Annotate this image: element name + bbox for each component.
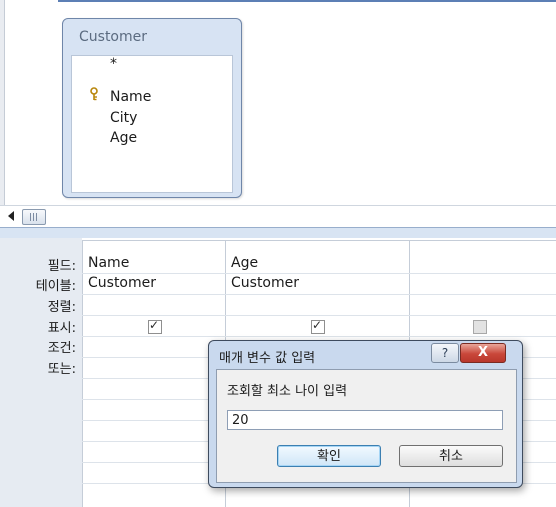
grid-row-divider [82, 294, 556, 295]
grid-row-divider [82, 240, 556, 241]
parameter-dialog[interactable]: 매개 변수 값 입력 ? X 조회할 최소 나이 입력 20 확인 취소 [208, 340, 523, 488]
grid-row-divider [82, 315, 556, 316]
field-name[interactable]: Name [110, 89, 151, 105]
dialog-title: 매개 변수 값 입력 [219, 351, 316, 366]
table-title: Customer [79, 29, 148, 45]
grid-cell-field-2[interactable]: Age [231, 255, 258, 271]
field-city[interactable]: City [110, 110, 137, 126]
row-label-or: 또는: [47, 362, 76, 377]
help-button[interactable]: ? [431, 343, 459, 363]
field-age[interactable]: Age [110, 130, 137, 146]
scroll-thumb[interactable] [22, 209, 46, 225]
design-area-top-rule [58, 0, 556, 2]
show-checkbox-3[interactable] [473, 320, 487, 334]
primary-key-icon [90, 87, 98, 101]
row-label-field: 필드: [47, 259, 76, 274]
grid-row-labels: 필드: 테이블: 정렬: 표시: 조건: 또는: [0, 238, 82, 507]
row-label-criteria: 조건: [47, 341, 76, 356]
row-label-table: 테이블: [35, 279, 76, 294]
table-design-area: Customer * Name City Age [0, 0, 556, 205]
row-label-show: 표시: [47, 321, 76, 336]
grid-row-divider [82, 273, 556, 274]
show-checkbox-2[interactable] [311, 318, 325, 334]
parameter-prompt: 조회할 최소 나이 입력 [227, 384, 348, 399]
grid-row-divider [82, 336, 556, 337]
field-all[interactable]: * [110, 56, 117, 72]
grid-cell-table-2[interactable]: Customer [231, 275, 299, 291]
table-field-list[interactable]: * Name City Age [71, 55, 233, 193]
ok-button[interactable]: 확인 [277, 445, 381, 467]
parameter-input[interactable]: 20 [227, 410, 503, 430]
scroll-left-icon[interactable] [8, 211, 14, 221]
row-label-sort: 정렬: [47, 300, 76, 315]
close-button[interactable]: X [460, 343, 506, 363]
cancel-button[interactable]: 취소 [399, 445, 503, 467]
dialog-body: 조회할 최소 나이 입력 20 확인 취소 [216, 369, 517, 483]
grid-column-divider [82, 240, 83, 507]
customer-table-box[interactable]: Customer * Name City Age [62, 18, 242, 198]
grid-cell-field-1[interactable]: Name [88, 255, 129, 271]
grid-cell-table-1[interactable]: Customer [88, 275, 156, 291]
show-checkbox-1[interactable] [148, 318, 162, 334]
horizontal-scrollbar[interactable] [0, 205, 556, 228]
design-area-left-edge [0, 0, 5, 205]
